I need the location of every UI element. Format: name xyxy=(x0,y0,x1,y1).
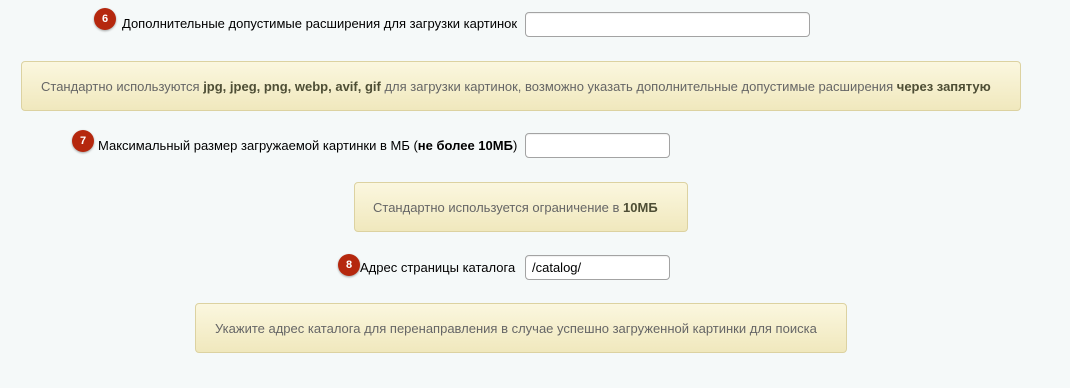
extensions-hint-comma: через запятую xyxy=(896,78,991,94)
catalog-address-input[interactable] xyxy=(525,255,670,280)
max-size-label-text: Максимальный размер загружаемой картинки… xyxy=(98,138,418,153)
extensions-hint-text-1: Стандартно используются xyxy=(41,78,204,94)
max-size-hint-text: Стандартно используется ограничение в xyxy=(373,199,624,215)
extensions-input[interactable] xyxy=(525,12,810,37)
max-size-label-limit: не более 10МБ xyxy=(417,138,513,153)
extensions-hint: Стандартно используются jpg, jpeg, png, … xyxy=(21,61,1021,111)
max-size-hint: Стандартно используется ограничение в 10… xyxy=(354,182,688,232)
field-number-badge-7: 7 xyxy=(72,130,94,152)
max-size-hint-limit: 10МБ xyxy=(623,199,658,215)
max-size-label-close: ) xyxy=(512,138,518,153)
extensions-hint-default-list: jpg, jpeg, png, webp, avif, gif xyxy=(203,78,381,94)
field-number-badge-8: 8 xyxy=(338,254,360,276)
catalog-address-hint: Укажите адрес каталога для перенаправлен… xyxy=(195,303,847,353)
max-size-input[interactable] xyxy=(525,133,670,158)
catalog-address-label: Адрес страницы каталога xyxy=(360,260,516,275)
max-size-label: Максимальный размер загружаемой картинки… xyxy=(98,138,517,154)
extensions-hint-text-2: для загрузки картинок, возможно указать … xyxy=(380,78,897,94)
catalog-address-hint-text: Укажите адрес каталога для перенаправлен… xyxy=(215,320,817,336)
field-number-badge-6: 6 xyxy=(94,8,116,30)
extensions-label: Дополнительные допустимые расширения для… xyxy=(122,16,518,31)
